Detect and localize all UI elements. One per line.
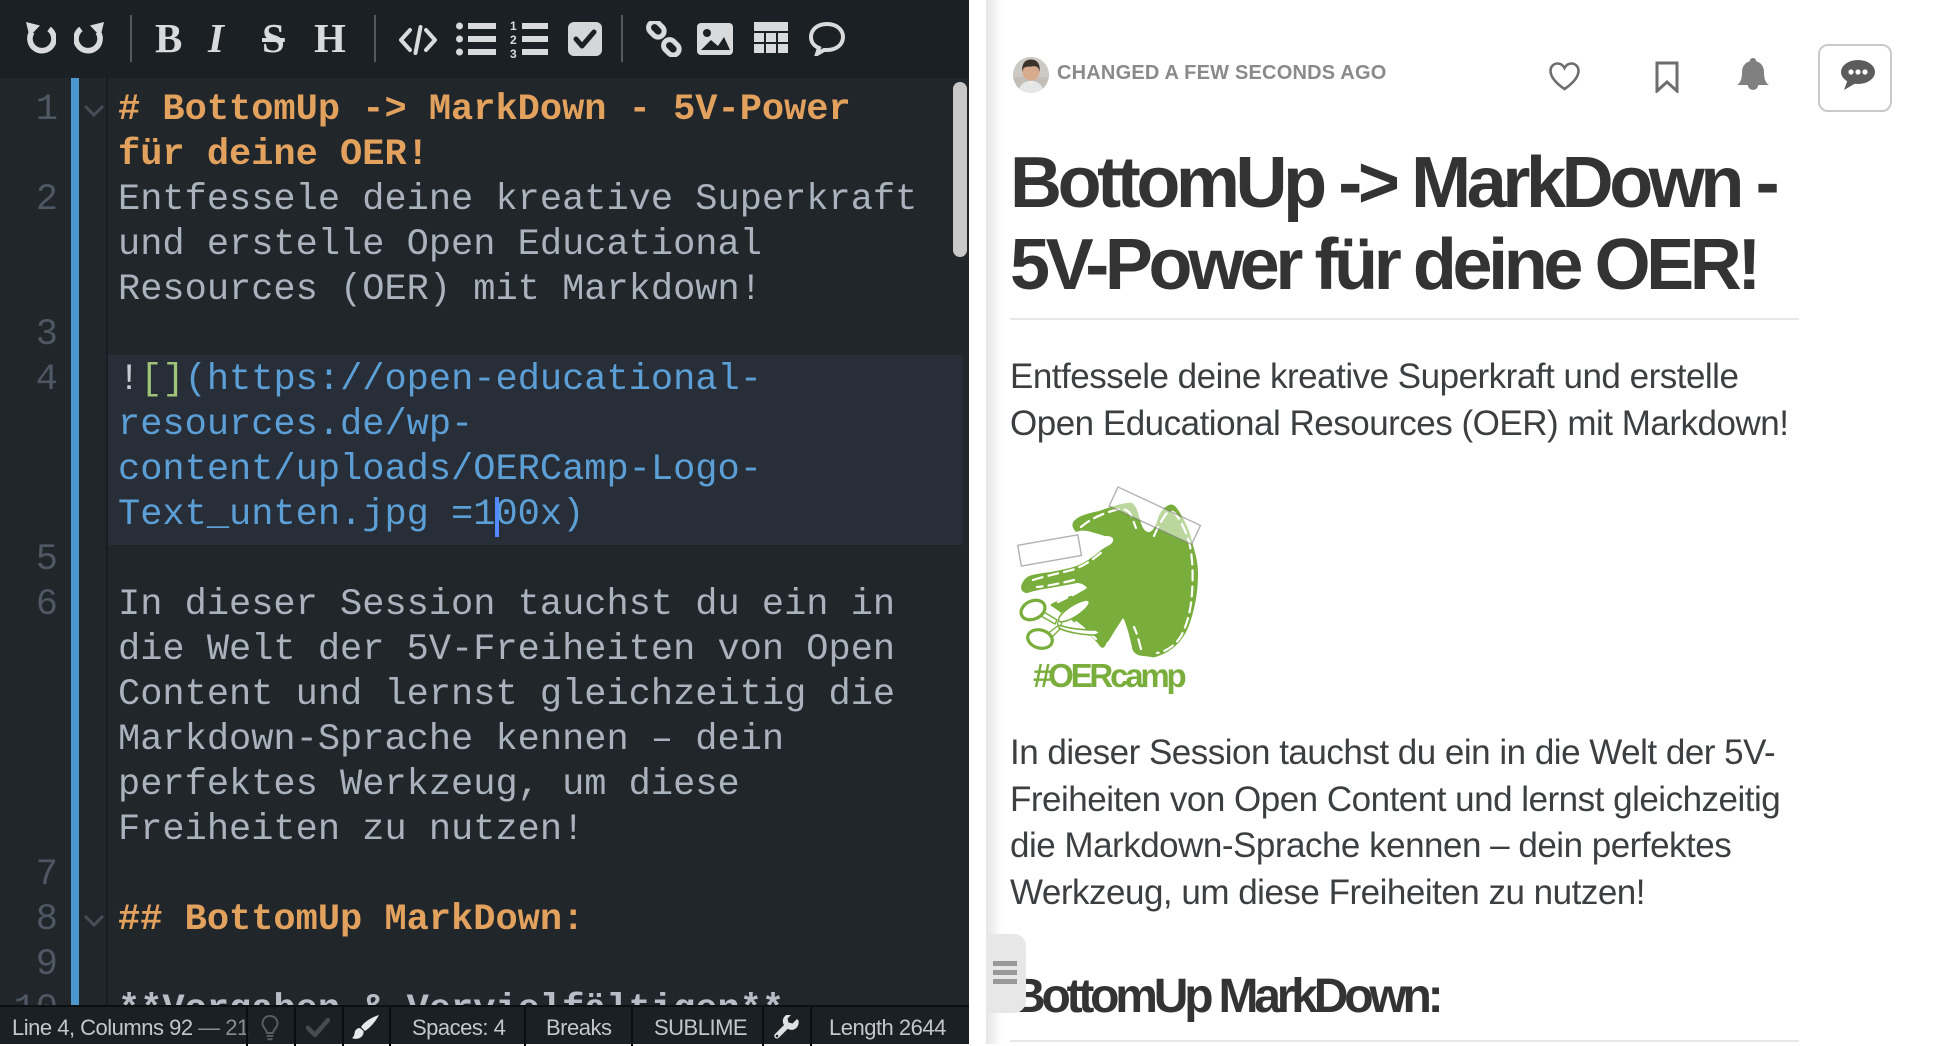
svg-text:2: 2	[510, 33, 517, 47]
svg-text:3: 3	[510, 47, 517, 58]
svg-text:1: 1	[510, 20, 517, 33]
